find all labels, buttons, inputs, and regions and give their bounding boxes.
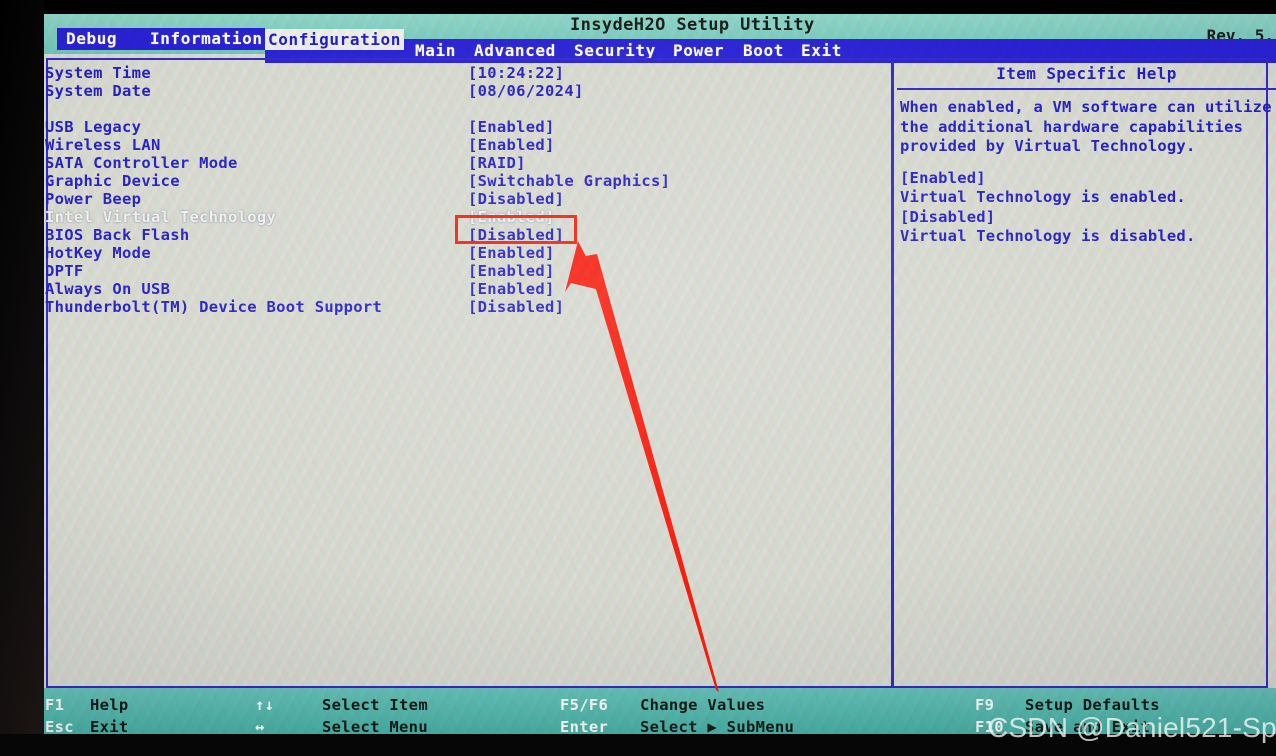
settings-row[interactable]: SATA Controller Mode [RAID]	[40, 154, 890, 172]
setting-label: System Date	[45, 82, 151, 100]
setting-value[interactable]: [10:24:22]	[468, 64, 564, 82]
help-panel-rule	[897, 88, 1276, 90]
bezel-left	[0, 0, 44, 756]
menu-item-debug[interactable]: Debug	[66, 29, 117, 48]
setting-value[interactable]: [Enabled]	[468, 118, 555, 136]
setting-label: BIOS Back Flash	[45, 226, 190, 244]
footer-hotkey[interactable]: F5/F6	[560, 696, 608, 714]
panel-divider	[891, 58, 894, 688]
help-option-line: Virtual Technology is enabled.	[900, 188, 1186, 206]
setting-label: Always On USB	[45, 280, 171, 298]
footer-hotkey-description: Change Values	[640, 696, 766, 714]
app-title: InsydeH2O Setup Utility	[570, 15, 815, 35]
setting-value[interactable]: [Enabled]	[468, 136, 555, 154]
setting-label: Graphic Device	[45, 172, 180, 190]
footer-hotkey[interactable]: F1	[45, 696, 64, 714]
settings-row[interactable]: USB Legacy [Enabled]	[40, 118, 890, 136]
settings-row[interactable]: Graphic Device [Switchable Graphics]	[40, 172, 890, 190]
help-option-line: [Disabled]	[900, 207, 996, 226]
watermark: CSDN @Daniel521-Spark	[988, 712, 1276, 743]
setting-label: Wireless LAN	[45, 136, 161, 154]
help-paragraph-line: provided by Virtual Technology.	[900, 137, 1196, 155]
setting-label: System Time	[45, 64, 151, 82]
highlight-box-annotation	[455, 215, 577, 244]
setting-value[interactable]: [Enabled]	[468, 244, 555, 262]
help-paragraph-line: When enabled, a VM software can utilize	[900, 98, 1272, 116]
item-specific-help-panel: Item Specific Help When enabled, a VM so…	[897, 58, 1276, 247]
setting-label: Power Beep	[45, 190, 142, 208]
bezel-top	[0, 0, 1276, 14]
footer-hotkey-description: Help	[90, 696, 129, 714]
bios-setup-screen: InsydeH2O Setup Utility Rev. 5. Debug In…	[40, 14, 1276, 742]
settings-row[interactable]: Always On USB [Enabled]	[40, 280, 890, 298]
settings-row[interactable]: System Time [10:24:22]	[40, 64, 890, 82]
setting-value[interactable]: [Disabled]	[468, 298, 564, 316]
settings-row[interactable]: DPTF [Enabled]	[40, 262, 890, 280]
settings-row-spacer	[40, 100, 890, 118]
setting-value[interactable]: [08/06/2024]	[468, 82, 584, 100]
help-panel-title: Item Specific Help	[996, 64, 1177, 83]
setting-value[interactable]: [Enabled]	[468, 280, 555, 298]
titlebar: InsydeH2O Setup Utility Rev. 5. Debug In…	[40, 14, 1276, 63]
footer-hotkey-description: Select Item	[322, 696, 428, 714]
help-panel-body: When enabled, a VM software can utilize t…	[897, 98, 1276, 247]
settings-row[interactable]: Thunderbolt(TM) Device Boot Support [Disa…	[40, 298, 890, 316]
help-option-line: Virtual Technology is disabled.	[900, 227, 1196, 245]
setting-label: SATA Controller Mode	[45, 154, 238, 172]
settings-row[interactable]: Wireless LAN [Enabled]	[40, 136, 890, 154]
photographed-screen: InsydeH2O Setup Utility Rev. 5. Debug In…	[0, 0, 1276, 756]
help-option-line: [Enabled]	[900, 168, 986, 187]
setting-value[interactable]: [RAID]	[468, 154, 526, 172]
setting-value[interactable]: [Switchable Graphics]	[468, 172, 670, 190]
menu-item-information[interactable]: Information	[150, 29, 263, 48]
setting-value[interactable]: [Disabled]	[468, 190, 564, 208]
setting-label: USB Legacy	[45, 118, 142, 136]
menu-item-configuration[interactable]: Configuration	[265, 29, 405, 50]
settings-row[interactable]: HotKey Mode [Enabled]	[40, 244, 890, 262]
setting-value[interactable]: [Enabled]	[468, 262, 555, 280]
setting-label: HotKey Mode	[45, 244, 151, 262]
setting-label: Thunderbolt(TM) Device Boot Support	[45, 298, 383, 316]
footer-hotkey[interactable]: ↑↓	[255, 696, 274, 714]
help-paragraph-line: the additional hardware capabilities	[900, 117, 1244, 136]
settings-row[interactable]: System Date [08/06/2024]	[40, 82, 890, 100]
setting-label: DPTF	[45, 262, 84, 280]
setting-label: Intel Virtual Technology	[45, 208, 277, 226]
settings-list: System Time [10:24:22] System Date [08/06/2…	[40, 64, 890, 316]
settings-row[interactable]: Power Beep [Disabled]	[40, 190, 890, 208]
help-gap	[900, 157, 1276, 169]
